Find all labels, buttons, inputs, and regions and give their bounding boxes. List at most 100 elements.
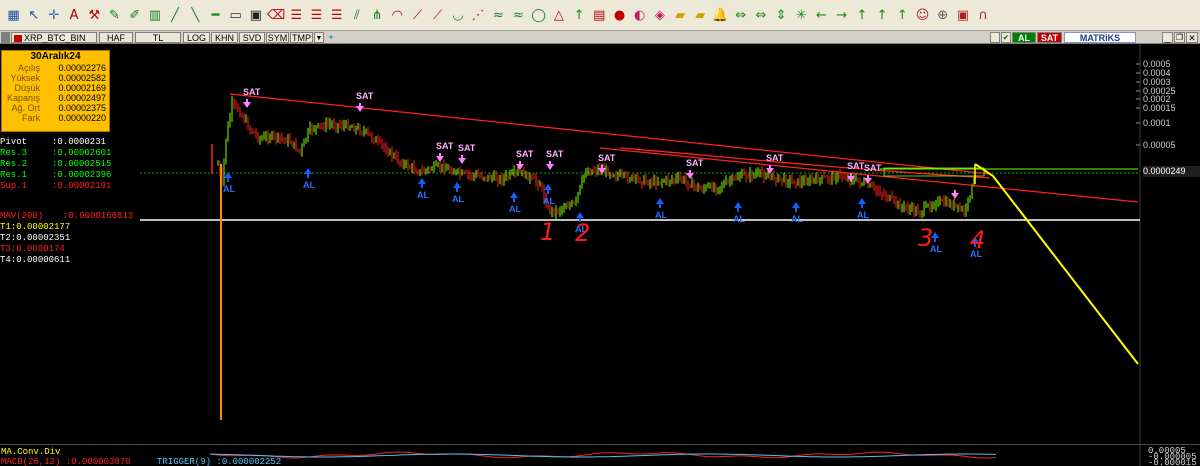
- circle-icon[interactable]: ●: [610, 5, 629, 25]
- chart-type-icon[interactable]: ▥: [145, 5, 164, 25]
- arrow-right-icon[interactable]: →: [832, 5, 851, 25]
- text-label-icon[interactable]: A: [65, 5, 84, 25]
- yellow-note-icon[interactable]: ▰: [691, 5, 710, 25]
- cycle-icon[interactable]: ◡: [448, 5, 467, 25]
- target-level: T2:0.00002351: [0, 233, 70, 243]
- tab-haf[interactable]: HAF: [99, 32, 133, 43]
- grid-icon[interactable]: ▦: [4, 5, 23, 25]
- sat-signal-label: SAT: [458, 143, 476, 153]
- eraser-icon[interactable]: ⌫: [267, 5, 286, 25]
- sat-signal-label: SAT: [847, 161, 865, 171]
- triangle-icon[interactable]: △: [549, 5, 568, 25]
- sat-signal-label: SAT: [686, 158, 704, 168]
- move-left-right-icon[interactable]: ⇔: [751, 5, 770, 25]
- pivot-level-label: Res.2: [0, 159, 28, 169]
- pen-icon[interactable]: ✐: [125, 5, 144, 25]
- palette-icon[interactable]: ◐: [630, 5, 649, 25]
- tab-log[interactable]: LOG: [183, 32, 210, 43]
- tab-khn[interactable]: KHN: [211, 32, 238, 43]
- pencil-icon[interactable]: ✎: [105, 5, 124, 25]
- sat-signal-label: SAT: [356, 91, 374, 101]
- tab-tl[interactable]: TL: [135, 32, 181, 43]
- rectangle-icon[interactable]: ▭: [226, 5, 245, 25]
- handwritten-annotation: 3: [918, 224, 933, 252]
- text-box-icon[interactable]: ▤: [590, 5, 609, 25]
- cursor-arrow-icon[interactable]: ↖: [24, 5, 43, 25]
- window-icon[interactable]: ▣: [246, 5, 265, 25]
- target-level-label: T1: [0, 222, 11, 232]
- fibonacci-icon[interactable]: ☰: [307, 5, 326, 25]
- picture-icon[interactable]: ▣: [953, 5, 972, 25]
- info-row-value: 0.00000220: [58, 113, 106, 123]
- move-left-right-icon[interactable]: ⇔: [731, 5, 750, 25]
- check-toggle-icon[interactable]: ✔: [1001, 32, 1011, 43]
- yellow-note-icon[interactable]: ▰: [671, 5, 690, 25]
- close-button[interactable]: ✕: [1186, 32, 1198, 43]
- tab-tmp[interactable]: TMP: [290, 32, 313, 43]
- arrow-left-icon[interactable]: ←: [812, 5, 831, 25]
- sat-signal-label: SAT: [598, 153, 616, 163]
- crosshair-icon[interactable]: ✛: [44, 5, 63, 25]
- handwritten-annotation: 2: [575, 219, 590, 247]
- restore-button[interactable]: ❐: [1174, 32, 1185, 43]
- arrow-up-icon[interactable]: ↑: [893, 5, 912, 25]
- regression-icon[interactable]: ≈: [509, 5, 528, 25]
- dropdown-icon[interactable]: ▼: [314, 32, 324, 43]
- trading-chart-window: ▦ ↖ ✛ A ⚒ ✎ ✐ ▥ ╱ ╲ ━ ▭ ▣ ⌫ ☰ ☰ ☰ ⫽ ⋔ ◠ ⟋ ⟋ ◡ ⋰ ≈ ≈ ◯ △ ↑ ▤ ● ◐ ◈ ▰ ▰ 🔔 ⇔ ⇔ ⇕ ✳…: [0, 0, 1200, 466]
- zoom-in-icon[interactable]: ✳: [792, 5, 811, 25]
- al-signal-label: AL: [452, 194, 464, 204]
- settings-tab-icon[interactable]: [1, 32, 10, 43]
- price-chart-canvas[interactable]: SAT SATSAT SATSAT SAT SAT SAT SATSAT SATAL ALAL A…: [0, 44, 1200, 444]
- fibonacci-icon[interactable]: ☰: [287, 5, 306, 25]
- brand-logo: MATRiKS: [1064, 32, 1136, 43]
- info-row: Kapanış 0.00002497: [2, 93, 109, 103]
- info-row-value: 0.00002497: [58, 93, 106, 103]
- horizontal-line-icon[interactable]: ━: [206, 5, 225, 25]
- small-button-icon[interactable]: [990, 32, 1000, 43]
- pivot-level-label: Sup.1: [0, 181, 28, 191]
- twitter-icon[interactable]: ✦: [325, 32, 337, 43]
- price-chart[interactable]: SAT SAT SAT SAT SAT SAT SAT SAT SAT SAT SAT AL AL AL A…: [0, 44, 1200, 444]
- speed-icon[interactable]: ⋰: [469, 5, 488, 25]
- fibonacci-icon[interactable]: ☰: [327, 5, 346, 25]
- symbol-tab-label: XRP_BTC_BIN: [24, 33, 86, 43]
- tab-sym[interactable]: SYM: [266, 32, 289, 43]
- bell-icon[interactable]: 🔔: [711, 5, 730, 25]
- paint-icon[interactable]: ◈: [650, 5, 669, 25]
- arrow-up-icon[interactable]: ↑: [852, 5, 871, 25]
- andrews-icon[interactable]: ⋔: [368, 5, 387, 25]
- magnet-icon[interactable]: ∩: [974, 5, 993, 25]
- target-level-label: T4: [0, 255, 11, 265]
- user-icon[interactable]: ☺: [913, 5, 932, 25]
- target-level-label: T2: [0, 233, 11, 243]
- pivot-level: Res.3:0.00002601: [0, 148, 111, 158]
- al-signal-label: AL: [791, 214, 803, 224]
- info-row-label: Kapanış: [6, 93, 40, 103]
- al-button[interactable]: AL: [1012, 32, 1036, 43]
- arc-icon[interactable]: ◠: [388, 5, 407, 25]
- pivot-level-value: :0.0000231: [52, 137, 107, 147]
- gann-icon[interactable]: ⟋: [408, 5, 427, 25]
- arrow-up-icon[interactable]: ↑: [873, 5, 892, 25]
- trend-down-icon[interactable]: ╲: [186, 5, 205, 25]
- sat-button[interactable]: SAT: [1037, 32, 1062, 43]
- move-up-down-icon[interactable]: ⇕: [772, 5, 791, 25]
- search-icon[interactable]: ⊕: [933, 5, 952, 25]
- symbol-tab[interactable]: XRP_BTC_BIN: [11, 32, 97, 43]
- al-signal-label: AL: [543, 196, 555, 206]
- line-tool-icon[interactable]: ╱: [166, 5, 185, 25]
- ellipse-icon[interactable]: ◯: [529, 5, 548, 25]
- sat-signal-label: SAT: [436, 141, 454, 151]
- pivot-level-label: Res.1: [0, 170, 28, 180]
- info-row-label: Açılış: [17, 63, 40, 73]
- tools-icon[interactable]: ⚒: [85, 5, 104, 25]
- chart-tab-bar: XRP_BTC_BIN HAF TL LOG KHN SVD SYM TMP ▼…: [0, 31, 1200, 44]
- tab-svd[interactable]: SVD: [239, 32, 265, 43]
- arrow-up-icon[interactable]: ↑: [570, 5, 589, 25]
- gann-icon[interactable]: ⟋: [428, 5, 447, 25]
- channel-icon[interactable]: ⫽: [347, 5, 366, 25]
- macd-indicator-panel[interactable]: MA.Conv.Div MACD(26,12) :0.000003878 TRI…: [0, 444, 1200, 466]
- info-row-value: 0.00002375: [58, 103, 106, 113]
- minimize-button[interactable]: _: [1162, 32, 1173, 43]
- regression-icon[interactable]: ≈: [489, 5, 508, 25]
